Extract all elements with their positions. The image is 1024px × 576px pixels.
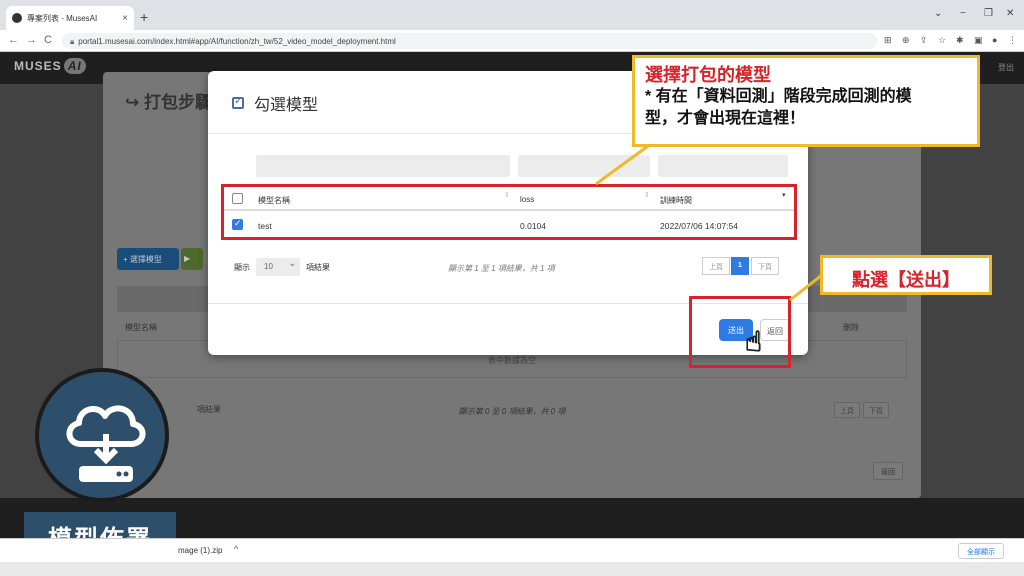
callout-select-model: 選擇打包的模型 * 有在「資料回測」階段完成回測的模 型，才會出現在這裡！ <box>632 55 980 147</box>
hand-pointer-icon: ☝ <box>744 325 763 357</box>
model-deploy-badge <box>35 368 169 502</box>
show-all-downloads-button[interactable]: 全部顯示 <box>958 543 1004 559</box>
chevron-up-icon[interactable]: ^ <box>234 544 238 554</box>
bottom-strip <box>0 562 1024 576</box>
callout-select-model-head: 選擇打包的模型 <box>645 65 771 85</box>
cloud-download-icon <box>66 405 146 482</box>
download-bar: mage (1).zip ^ 全部顯示 <box>0 538 1024 562</box>
callout-select-model-body2: 型，才會出現在這裡！ <box>645 110 806 127</box>
download-file-name[interactable]: mage (1).zip <box>178 546 222 555</box>
callout-click-submit: 點選【送出】 <box>820 255 992 295</box>
callout-select-model-body1: * 有在「資料回測」階段完成回測的模 <box>645 88 912 105</box>
